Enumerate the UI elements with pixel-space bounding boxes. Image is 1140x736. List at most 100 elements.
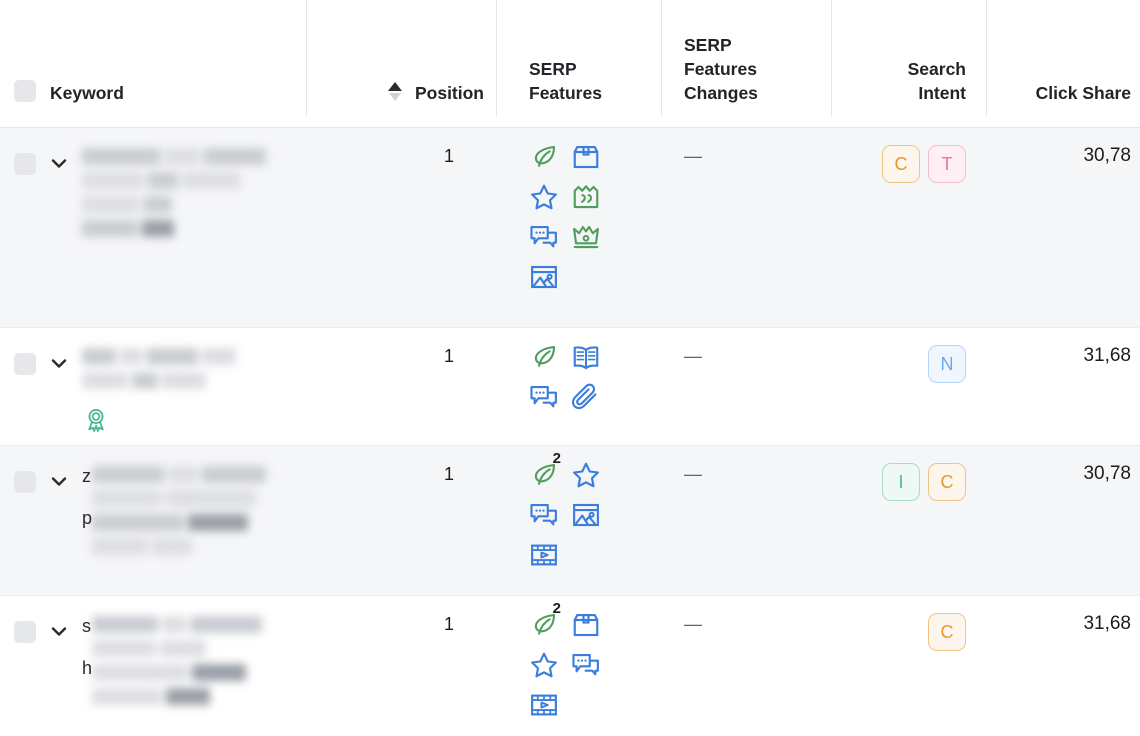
column-divider bbox=[496, 0, 497, 117]
cell-position: 1 bbox=[443, 614, 454, 634]
chevron-down-icon[interactable] bbox=[48, 620, 70, 642]
column-header-serp-features-line1: SERP bbox=[529, 58, 577, 79]
table-row[interactable]: s h 1 2 — C 31,68 bbox=[0, 596, 1140, 736]
column-header-keyword-label: Keyword bbox=[50, 82, 124, 103]
column-header-serp-features-line2: Features bbox=[529, 82, 602, 103]
cell-serp-features bbox=[496, 128, 661, 327]
intent-badge-navigational[interactable]: N bbox=[928, 345, 966, 383]
row-checkbox[interactable] bbox=[14, 153, 36, 175]
intent-badge-commercial[interactable]: C bbox=[882, 145, 920, 183]
cell-click-share: 31,68 bbox=[1083, 345, 1131, 366]
table-row[interactable]: z p 1 2 — I C 30,78 bbox=[0, 446, 1140, 596]
shopping-box-icon[interactable] bbox=[571, 142, 601, 172]
column-header-click-share[interactable]: Click Share bbox=[986, 0, 1140, 127]
organic-leaf-icon[interactable]: 2 bbox=[529, 451, 561, 490]
cell-click-share: 30,78 bbox=[1083, 145, 1131, 166]
discussions-icon[interactable] bbox=[529, 382, 559, 412]
cell-search-intent: N bbox=[831, 328, 986, 445]
discussions-icon[interactable] bbox=[571, 650, 601, 680]
keyword-visible-prefix: z bbox=[82, 466, 91, 486]
sort-ascending-icon bbox=[388, 81, 403, 91]
table-header-row: Keyword Position SERP Features SERP Feat… bbox=[0, 0, 1140, 128]
column-header-search-intent[interactable]: Search Intent bbox=[831, 0, 986, 127]
select-all-checkbox[interactable] bbox=[14, 80, 36, 102]
keyword-text-redacted: s h bbox=[82, 612, 306, 736]
column-header-position[interactable]: Position bbox=[306, 0, 496, 127]
cell-serp-features: 2 bbox=[496, 446, 661, 595]
award-ribbon-icon[interactable] bbox=[82, 406, 110, 434]
chevron-down-icon[interactable] bbox=[48, 152, 70, 174]
column-header-serp-changes-line3: Changes bbox=[684, 82, 758, 103]
organic-leaf-icon[interactable]: 2 bbox=[529, 601, 561, 640]
column-divider bbox=[831, 0, 832, 117]
column-header-position-label: Position bbox=[414, 82, 484, 103]
chevron-down-icon[interactable] bbox=[48, 352, 70, 374]
paperclip-icon[interactable] bbox=[571, 382, 601, 412]
column-divider bbox=[661, 0, 662, 117]
cell-keyword bbox=[0, 128, 306, 327]
column-divider bbox=[306, 0, 307, 117]
intent-badge-transactional[interactable]: T bbox=[928, 145, 966, 183]
intent-badge-commercial[interactable]: C bbox=[928, 613, 966, 651]
row-checkbox[interactable] bbox=[14, 621, 36, 643]
cell-keyword: z p bbox=[0, 446, 306, 595]
column-header-keyword[interactable]: Keyword bbox=[0, 0, 306, 127]
intent-badge-informational[interactable]: I bbox=[882, 463, 920, 501]
keyword-text-redacted: z p bbox=[82, 462, 306, 595]
cell-search-intent: I C bbox=[831, 446, 986, 595]
table-row[interactable]: 1 — N 31,68 bbox=[0, 328, 1140, 446]
sort-descending-icon bbox=[389, 92, 402, 101]
column-header-search-intent-line1: Search bbox=[907, 58, 966, 79]
reviews-star-icon[interactable] bbox=[529, 182, 559, 212]
cell-keyword: s h bbox=[0, 596, 306, 736]
keyword-text-redacted bbox=[82, 344, 306, 445]
top-rating-crown-icon[interactable] bbox=[571, 222, 601, 252]
video-icon[interactable] bbox=[529, 540, 559, 570]
open-book-icon[interactable] bbox=[571, 342, 601, 372]
cell-serp-features-changes: — bbox=[684, 146, 702, 166]
row-checkbox[interactable] bbox=[14, 353, 36, 375]
column-divider bbox=[986, 0, 987, 117]
reviews-star-icon[interactable] bbox=[571, 460, 601, 490]
keyword-overview-table: Keyword Position SERP Features SERP Feat… bbox=[0, 0, 1140, 736]
intent-badge-commercial[interactable]: C bbox=[928, 463, 966, 501]
row-checkbox[interactable] bbox=[14, 471, 36, 493]
cell-position: 1 bbox=[443, 146, 454, 166]
discussions-icon[interactable] bbox=[529, 222, 559, 252]
cell-serp-features-changes: — bbox=[684, 614, 702, 634]
cell-click-share: 30,78 bbox=[1083, 463, 1131, 484]
keyword-visible-prefix: s bbox=[82, 616, 91, 636]
discussions-icon[interactable] bbox=[529, 500, 559, 530]
cell-search-intent: C T bbox=[831, 128, 986, 327]
cell-keyword bbox=[0, 328, 306, 445]
review-quotes-icon[interactable] bbox=[571, 182, 601, 212]
column-header-serp-features-changes[interactable]: SERP Features Changes bbox=[661, 0, 831, 127]
cell-serp-features-changes: — bbox=[684, 464, 702, 484]
cell-position: 1 bbox=[443, 346, 454, 366]
column-header-click-share-label: Click Share bbox=[1035, 82, 1131, 103]
image-pack-icon[interactable] bbox=[571, 500, 601, 530]
keyword-text-redacted bbox=[82, 144, 306, 327]
cell-serp-features bbox=[496, 328, 661, 445]
reviews-star-icon[interactable] bbox=[529, 650, 559, 680]
column-header-search-intent-line2: Intent bbox=[918, 82, 966, 103]
organic-leaf-icon[interactable] bbox=[529, 342, 559, 372]
column-header-serp-features[interactable]: SERP Features bbox=[496, 0, 661, 127]
serp-feature-count-badge: 2 bbox=[552, 600, 561, 617]
sort-toggle-position[interactable] bbox=[388, 78, 403, 104]
keyword-visible-prefix-2: p bbox=[82, 508, 93, 528]
column-header-serp-changes-line2: Features bbox=[684, 58, 757, 79]
cell-search-intent: C bbox=[831, 596, 986, 736]
cell-serp-features-changes: — bbox=[684, 346, 702, 366]
image-pack-icon[interactable] bbox=[529, 262, 559, 292]
serp-feature-count-badge: 2 bbox=[552, 450, 561, 467]
cell-click-share: 31,68 bbox=[1083, 613, 1131, 634]
video-icon[interactable] bbox=[529, 690, 559, 720]
shopping-box-icon[interactable] bbox=[571, 610, 601, 640]
table-row[interactable]: 1 — C T 30,78 bbox=[0, 128, 1140, 328]
organic-leaf-icon[interactable] bbox=[529, 142, 559, 172]
cell-position: 1 bbox=[443, 464, 454, 484]
column-header-serp-changes-line1: SERP bbox=[684, 34, 732, 55]
cell-serp-features: 2 bbox=[496, 596, 661, 736]
chevron-down-icon[interactable] bbox=[48, 470, 70, 492]
